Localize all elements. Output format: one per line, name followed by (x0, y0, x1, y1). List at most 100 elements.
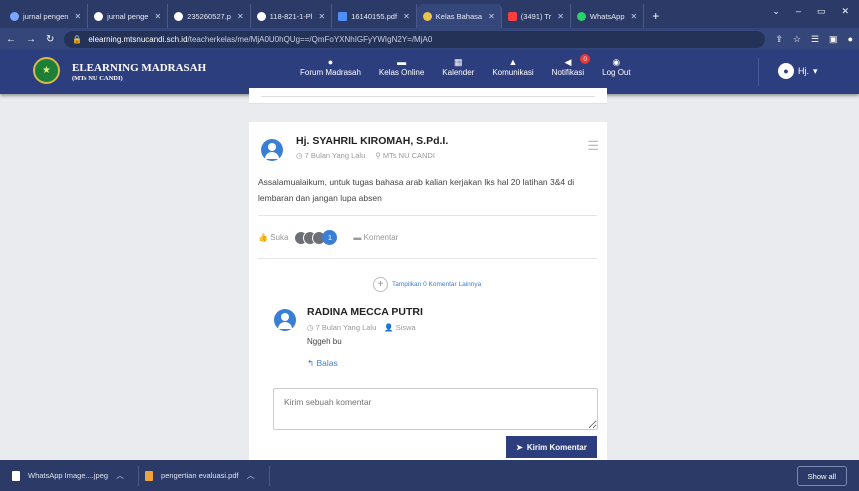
post-body: Assalamualaikum, untuk tugas bahasa arab… (258, 177, 575, 203)
nav-log-out[interactable]: ◉ Log Out (602, 56, 630, 77)
send-comment-button[interactable]: ➤ Kirim Komentar (506, 436, 597, 458)
tab-favicon-icon (576, 11, 586, 21)
nav-label: Forum Madrasah (300, 68, 361, 77)
address-bar: ← → ↻ 🔒 elearning.mtsnucandi.sch.id/teac… (0, 28, 859, 50)
reload-icon[interactable]: ↻ (46, 34, 54, 45)
download-filename: WhatsApp Image....jpeg (28, 471, 109, 480)
tab-title: WhatsApp (589, 11, 625, 21)
browser-tab[interactable]: jurnal penge ✕ (88, 4, 169, 28)
madrasah-logo[interactable]: ★ (33, 57, 60, 84)
divider (258, 258, 597, 259)
close-tab-icon[interactable]: ✕ (557, 12, 564, 21)
show-all-downloads-button[interactable]: Show all (796, 466, 847, 486)
send-icon: ➤ (516, 442, 523, 452)
tab-favicon-icon (256, 11, 266, 21)
likers-avatars[interactable]: 1 (294, 230, 338, 245)
browser-tab-active[interactable]: Kelas Bahasa ✕ (416, 4, 502, 28)
nav-divider (758, 58, 759, 86)
post-menu-icon[interactable]: ☰ (587, 138, 599, 154)
post-author[interactable]: Hj. SYAHRIL KIROMAH, S.Pd.I. (296, 135, 448, 147)
browser-tab[interactable]: 235260527.p ✕ (168, 4, 251, 28)
post-time-text: 7 Bulan Yang Lalu (304, 151, 366, 160)
download-item[interactable]: WhatsApp Image....jpeg ︿ (12, 465, 140, 486)
reply-button[interactable]: ↰ Balas (307, 358, 338, 369)
tab-search-icon[interactable]: ⌄ (772, 6, 780, 17)
send-label: Kirim Komentar (526, 442, 587, 452)
forward-icon[interactable]: → (26, 34, 36, 45)
show-more-label: Tampilkan 0 Komentar Lainnya (392, 281, 482, 288)
tab-title: jurnal pengen (23, 11, 69, 21)
show-more-comments[interactable]: + Tampilkan 0 Komentar Lainnya (373, 277, 481, 292)
browser-tab[interactable]: jurnal pengen ✕ (4, 4, 89, 28)
side-panel-icon[interactable]: ▣ (829, 34, 838, 45)
post-card: Hj. SYAHRIL KIROMAH, S.Pd.I. ◷ 7 Bulan Y… (249, 122, 607, 462)
notification-badge: 0 (580, 54, 591, 64)
close-tab-icon[interactable]: ✕ (318, 12, 325, 21)
clock-icon: ◷ (307, 323, 316, 332)
clock-icon: ◷ (296, 151, 305, 160)
commenter-avatar[interactable] (274, 309, 296, 331)
nav-kelas-online[interactable]: ▬ Kelas Online (379, 56, 424, 77)
comment-time-text: 7 Bulan Yang Lalu (315, 323, 377, 332)
nav-kalender[interactable]: ▦ Kalender (442, 56, 474, 77)
restore-icon[interactable]: ▭ (817, 6, 826, 17)
post-actions: 👍 Suka 1 ▬ Komentar (258, 230, 398, 245)
close-tab-icon[interactable]: ✕ (488, 12, 495, 21)
close-tab-icon[interactable]: ✕ (74, 12, 81, 21)
share-icon[interactable]: ⇪ (775, 34, 783, 45)
minimize-icon[interactable]: – (796, 6, 801, 16)
download-item[interactable]: pengertian evaluasi.pdf ︿ (145, 465, 270, 486)
tab-title: 118-821-1-Pl (269, 11, 313, 21)
divider (258, 215, 597, 216)
url-input[interactable]: 🔒 elearning.mtsnucandi.sch.id/teacherkel… (64, 30, 766, 48)
nav-label: Log Out (602, 68, 631, 77)
nav-label: Kalender (442, 68, 475, 77)
brand-subtitle: (MTs NU CANDI) (72, 75, 123, 82)
chevron-up-icon[interactable]: ︿ (247, 470, 255, 481)
tab-title: 16140155.pdf (351, 11, 398, 21)
reading-list-icon[interactable]: ☰ (811, 34, 819, 45)
post-time: ◷ 7 Bulan Yang Lalu (296, 151, 365, 160)
profile-icon[interactable]: ● (848, 34, 853, 45)
comment-author[interactable]: RADINA MECCA PUTRI (307, 306, 423, 318)
file-pdf-icon (145, 470, 154, 481)
user-menu[interactable]: ● Hj. ▾ (778, 63, 818, 79)
close-tab-icon[interactable]: ✕ (154, 12, 161, 21)
close-tab-icon[interactable]: ✕ (237, 12, 244, 21)
browser-tab[interactable]: (3491) Tr ✕ (502, 4, 571, 28)
like-button[interactable]: 👍 Suka (258, 233, 288, 242)
close-tab-icon[interactable]: ✕ (631, 12, 638, 21)
nav-forum-madrasah[interactable]: ● Forum Madrasah (300, 56, 361, 77)
comment-button[interactable]: ▬ Komentar (353, 233, 398, 242)
browser-tab[interactable]: 16140155.pdf ✕ (332, 4, 417, 28)
tab-title: Kelas Bahasa (435, 11, 483, 21)
post-meta: ◷ 7 Bulan Yang Lalu ⚲ MTs NU CANDI (296, 151, 435, 160)
megaphone-icon: ◀ (564, 57, 572, 67)
nav-komunikasi[interactable]: ▲ Komunikasi (492, 56, 533, 77)
post-school: ⚲ MTs NU CANDI (375, 151, 435, 160)
comment-input[interactable] (273, 388, 598, 430)
nav-notifikasi[interactable]: ◀ 0 Notifikasi (551, 54, 591, 77)
bookmark-star-icon[interactable]: ☆ (793, 34, 801, 45)
comment-text: Nggeh bu (307, 337, 342, 346)
like-count: 1 (322, 230, 338, 245)
user-avatar-icon: ● (778, 63, 794, 79)
brand[interactable]: ELEARNING MADRASAH (MTs NU CANDI) (72, 62, 206, 82)
close-window-icon[interactable]: ✕ (841, 6, 849, 17)
tab-favicon-icon (507, 11, 517, 21)
nav-label: Kelas Online (378, 68, 425, 77)
chevron-up-icon[interactable]: ︿ (116, 470, 124, 481)
comment-role-text: Siswa (395, 323, 416, 332)
file-image-icon (12, 470, 20, 481)
close-tab-icon[interactable]: ✕ (403, 12, 410, 21)
avatar-head (268, 143, 276, 151)
browser-tab-strip: jurnal pengen ✕ jurnal penge ✕ 235260527.p… (0, 0, 859, 28)
browser-tab[interactable]: 118-821-1-Pl ✕ (251, 4, 333, 28)
nav-label: Notifikasi (551, 68, 585, 77)
back-icon[interactable]: ← (6, 34, 16, 45)
author-avatar[interactable] (261, 139, 283, 161)
browser-tab[interactable]: WhatsApp ✕ (571, 4, 645, 28)
tab-title: 235260527.p (187, 11, 231, 21)
comment-meta: ◷ 7 Bulan Yang Lalu 👤 Siswa (307, 323, 416, 332)
new-tab-button[interactable]: + (644, 4, 667, 28)
